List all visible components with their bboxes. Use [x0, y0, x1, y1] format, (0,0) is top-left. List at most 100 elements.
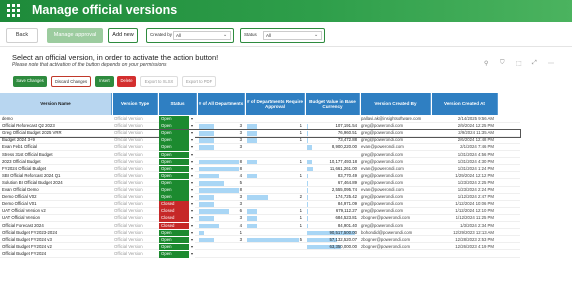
status-cell[interactable]: Open [159, 158, 193, 166]
table-row[interactable]: Demo Official V01 Official Version Closed 3… [0, 201, 520, 208]
table-row[interactable]: Official Reforecast Q2 2023 Official Vers… [0, 123, 520, 130]
version-name-cell[interactable]: Official Budget FY2024 [2, 251, 112, 258]
column-header-departments-require-approval[interactable]: # of Departments Require Approval [246, 93, 305, 115]
column-header-budget-value[interactable]: Budget Value in Base Currency [306, 93, 360, 115]
version-name-cell[interactable]: Official Forecast 2024 [2, 223, 112, 230]
version-name-cell[interactable]: Official Budget FY2024 v3 [2, 237, 112, 244]
status-dropdown-icon[interactable]: ▾ [189, 201, 195, 208]
status-cell[interactable]: Open [159, 165, 193, 173]
status-cell[interactable]: Closed [159, 208, 193, 215]
status-dropdown-icon[interactable]: ▾ [189, 123, 195, 130]
status-cell[interactable]: Open [159, 130, 193, 137]
save-changes-button[interactable]: Save Changes [13, 76, 47, 87]
delete-button[interactable]: Delete [117, 76, 136, 87]
status-cell[interactable]: Open [159, 194, 193, 201]
column-header-version-type[interactable]: Version Type [113, 93, 158, 115]
discard-changes-button[interactable]: Discard Changes [51, 76, 91, 87]
version-name-cell[interactable]: SBI Official Reforcast 2024 Q1 [2, 173, 112, 180]
table-row[interactable]: Greg Official Budget 2025 VRR Official Ve… [0, 129, 521, 138]
table-row[interactable]: UAT Official Version Official Version Clos… [0, 215, 520, 223]
pin-icon[interactable]: ⚲ [484, 60, 488, 67]
status-dropdown-icon[interactable]: ▾ [189, 151, 195, 159]
status-cell[interactable]: Open [159, 172, 193, 180]
version-name-cell[interactable]: Solution BI Official Budget 2024 [2, 180, 112, 187]
table-row[interactable]: Official Budget FY2023-2024 Official Vers… [0, 229, 520, 237]
version-name-cell[interactable]: Demo Official V01 [2, 201, 112, 208]
version-name-cell[interactable]: UAT Official Version [2, 215, 112, 222]
more-icon[interactable]: ⋯ [548, 60, 554, 67]
column-header-all-departments[interactable]: # of All Departments [198, 93, 245, 115]
export-xlsx-button[interactable]: Export to XLSX [140, 76, 178, 87]
status-cell[interactable]: Open [159, 187, 193, 194]
table-row[interactable]: Evan Feb1 Official Official Version Open 3 8… [0, 144, 520, 152]
status-dropdown-icon[interactable]: ▾ [189, 222, 195, 230]
version-name-cell[interactable]: Official Budget FY2024 v2 [2, 244, 112, 251]
status-dropdown-icon[interactable]: ▾ [189, 250, 195, 258]
filter-icon[interactable]: ⛉ [500, 60, 505, 67]
column-header-created-by[interactable]: Version Created By [361, 93, 431, 115]
back-button[interactable]: Back [6, 28, 38, 43]
version-name-cell[interactable]: demo [2, 116, 112, 123]
status-dropdown-icon[interactable]: ▾ [189, 229, 195, 237]
export-pdf-button[interactable]: Export to PDF [182, 76, 216, 87]
status-cell[interactable]: Open [159, 151, 193, 159]
add-new-button[interactable]: Add new [108, 28, 138, 43]
status-cell[interactable]: Open [159, 116, 193, 123]
status-dropdown-icon[interactable]: ▾ [189, 116, 195, 123]
table-row[interactable]: Budget 2024 3+9 Official Version Open 3 1 73,… [0, 137, 520, 144]
status-dropdown-icon[interactable]: ▾ [189, 130, 195, 137]
table-row[interactable]: Official Budget FY2024 v3 Official Versio… [0, 236, 520, 244]
table-row[interactable]: Official Budget FY2024 v2 Official Versio… [0, 243, 520, 251]
version-name-cell[interactable]: UAT Official Version v2 [2, 208, 112, 215]
version-name-cell[interactable]: Greg Official Budget 2025 VRR [2, 130, 112, 137]
table-row[interactable]: Stress 31st Official Budget Official Vers… [0, 151, 520, 159]
status-dropdown-icon[interactable]: ▾ [189, 172, 195, 180]
status-cell[interactable]: Open [159, 179, 193, 187]
column-header-status[interactable]: Status [159, 93, 197, 115]
status-dropdown-icon[interactable]: ▾ [189, 137, 195, 144]
status-dropdown-icon[interactable]: ▾ [189, 165, 195, 173]
status-cell[interactable]: Open [159, 144, 193, 152]
version-name-cell[interactable]: FY2024 Official Budget [2, 166, 112, 173]
version-name-cell[interactable]: Budget 2024 3+9 [2, 137, 112, 144]
status-dropdown-icon[interactable]: ▾ [189, 208, 195, 215]
status-cell[interactable]: Open [159, 137, 193, 144]
status-cell[interactable]: Open [159, 123, 193, 130]
version-name-cell[interactable]: Evan Feb1 Official [2, 144, 112, 151]
version-name-cell[interactable]: Demo Official V02 [2, 194, 112, 201]
status-dropdown-icon[interactable]: ▾ [189, 236, 195, 244]
table-row[interactable]: Official Budget FY2024 Official Version Op… [0, 250, 520, 258]
table-row[interactable]: SBI Official Reforcast 2024 Q1 Official V… [0, 172, 520, 180]
focus-icon[interactable]: ⬚ [516, 60, 522, 67]
status-cell[interactable]: Open [159, 236, 193, 244]
version-name-cell[interactable]: 2023 Official Budget [2, 159, 112, 166]
version-name-cell[interactable]: Official Reforecast Q2 2023 [2, 123, 112, 130]
table-row[interactable]: demo Official Version Open pallavi.ak@insig… [0, 116, 520, 123]
status-cell[interactable]: Open [159, 250, 193, 258]
table-row[interactable]: Evan Official Demo Official Version Open 8 2… [0, 187, 520, 194]
status-dropdown-icon[interactable]: ▾ [189, 158, 195, 166]
version-name-cell[interactable]: Stress 31st Official Budget [2, 152, 112, 159]
status-dropdown-icon[interactable]: ▾ [189, 179, 195, 187]
status-cell[interactable]: Open [159, 229, 193, 237]
table-row[interactable]: 2023 Official Budget Official Version Open… [0, 158, 520, 166]
column-header-created-at[interactable]: Version Created At [432, 93, 498, 115]
table-row[interactable]: UAT Official Version v2 Official Version C… [0, 208, 520, 215]
manage-approval-button[interactable]: Manage approval [47, 28, 103, 43]
status-dropdown-icon[interactable]: ▾ [189, 215, 195, 223]
version-name-cell[interactable]: Official Budget FY2023-2024 [2, 230, 112, 237]
expand-icon[interactable]: ⤢ [532, 60, 537, 67]
status-dropdown-icon[interactable]: ▾ [189, 243, 195, 251]
insert-button[interactable]: Insert [95, 76, 114, 87]
table-row[interactable]: Official Forecast 2024 Official Version Cl… [0, 222, 520, 230]
status-cell[interactable]: Closed [159, 222, 193, 230]
status-cell[interactable]: Closed [159, 201, 193, 208]
column-header-version-name[interactable]: Version Name [0, 93, 112, 115]
status-dropdown-icon[interactable]: ▾ [189, 194, 195, 201]
version-name-cell[interactable]: Evan Official Demo [2, 187, 112, 194]
status-cell[interactable]: Open [159, 243, 193, 251]
table-row[interactable]: Demo Official V02 Official Version Open 3 2 1… [0, 194, 520, 201]
status-dropdown-icon[interactable]: ▾ [189, 187, 195, 194]
table-row[interactable]: FY2024 Official Budget Official Version Op… [0, 165, 520, 173]
status-cell[interactable]: Closed [159, 215, 193, 223]
